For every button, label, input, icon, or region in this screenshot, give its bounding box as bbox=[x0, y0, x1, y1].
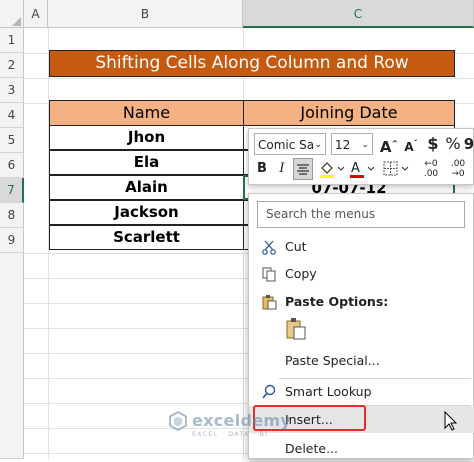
sheet-title[interactable]: Shifting Cells Along Column and Row bbox=[49, 50, 455, 77]
row-header-4[interactable]: 4 bbox=[0, 103, 24, 128]
column-header-a[interactable]: A bbox=[24, 0, 48, 28]
mouse-cursor-icon bbox=[444, 411, 458, 431]
fill-color-icon bbox=[320, 162, 345, 178]
search-menus-input[interactable]: Search the menus bbox=[257, 201, 465, 228]
font-size-value: 12 bbox=[335, 138, 351, 152]
font-size-box[interactable]: 12 ⌄ bbox=[331, 133, 373, 155]
column-header-b[interactable]: B bbox=[48, 0, 243, 28]
name-cell[interactable]: Alain bbox=[49, 175, 244, 200]
watermark-tagline: EXCEL · DATA · BI bbox=[192, 430, 269, 438]
align-center-button[interactable] bbox=[293, 158, 313, 180]
font-name-box[interactable]: Comic Sa ⌄ bbox=[254, 133, 326, 155]
percent-format-button[interactable]: % bbox=[443, 133, 463, 155]
menu-item-paste-special[interactable]: Paste Special... bbox=[249, 347, 474, 374]
paste-option-button[interactable] bbox=[285, 317, 309, 343]
name-cell[interactable]: Scarlett bbox=[49, 225, 244, 250]
name-cell[interactable]: Ela bbox=[49, 150, 244, 175]
exceldemy-logo-icon bbox=[169, 411, 187, 431]
bold-button[interactable]: B bbox=[253, 158, 271, 180]
row-header-1[interactable]: 1 bbox=[0, 28, 24, 53]
select-all-triangle-icon bbox=[12, 17, 21, 26]
column-header-c[interactable]: C bbox=[243, 0, 474, 28]
name-cell[interactable]: Jackson bbox=[49, 200, 244, 225]
svg-text:A: A bbox=[351, 161, 360, 176]
header-name-cell[interactable]: Name bbox=[49, 100, 244, 126]
decrease-decimal-icon: .00 →0 bbox=[450, 159, 466, 179]
menu-section-paste-options: Paste Options: bbox=[249, 288, 474, 315]
menu-item-copy[interactable]: Copy bbox=[249, 260, 474, 287]
italic-button[interactable]: I bbox=[273, 158, 291, 180]
increase-decimal-button[interactable]: ←0 .00 bbox=[419, 158, 443, 180]
borders-icon bbox=[383, 161, 409, 176]
chevron-down-icon: ⌄ bbox=[361, 140, 369, 150]
row-header-rest bbox=[0, 253, 24, 459]
comma-style-button[interactable]: 9 bbox=[463, 133, 474, 155]
menu-item-label: Paste Options: bbox=[285, 294, 389, 309]
watermark-name: exceldemy bbox=[192, 411, 292, 430]
header-date-cell[interactable]: Joining Date bbox=[243, 100, 455, 126]
menu-item-delete[interactable]: Delete... bbox=[249, 435, 474, 462]
row-header-7[interactable]: 7 bbox=[0, 178, 24, 203]
row-header-3[interactable]: 3 bbox=[0, 78, 24, 103]
decrease-decimal-button[interactable]: .00 →0 bbox=[445, 158, 471, 180]
menu-item-cut[interactable]: Cut bbox=[249, 233, 474, 260]
paste-icon bbox=[261, 294, 277, 310]
name-cell[interactable]: Jhon bbox=[49, 125, 244, 150]
copy-icon bbox=[261, 266, 277, 282]
font-color-button[interactable]: A bbox=[347, 158, 375, 180]
font-name-value: Comic Sa bbox=[258, 138, 315, 152]
row-header-2[interactable]: 2 bbox=[0, 53, 24, 78]
scissors-icon bbox=[261, 239, 277, 255]
menu-item-label: Paste Special... bbox=[285, 353, 380, 368]
decrease-font-icon[interactable]: Aˇ bbox=[401, 133, 421, 155]
align-center-icon bbox=[297, 164, 309, 175]
row-header-8[interactable]: 8 bbox=[0, 203, 24, 228]
smart-lookup-icon bbox=[261, 384, 277, 400]
increase-decimal-icon: ←0 .00 bbox=[423, 159, 439, 179]
chevron-down-icon: ⌄ bbox=[314, 140, 322, 150]
borders-button[interactable] bbox=[381, 158, 411, 180]
select-all-corner[interactable] bbox=[0, 0, 24, 28]
gridline bbox=[24, 78, 474, 79]
clipboard-icon bbox=[286, 318, 306, 340]
increase-font-icon[interactable]: A^ bbox=[379, 133, 399, 156]
fill-color-button[interactable] bbox=[317, 158, 345, 180]
font-color-icon: A bbox=[350, 161, 375, 178]
menu-item-label: Cut bbox=[285, 239, 307, 254]
mini-toolbar: Comic Sa ⌄ 12 ⌄ A^ Aˇ $ % 9 B I A ←0 .00… bbox=[248, 128, 474, 185]
row-header-9[interactable]: 9 bbox=[0, 228, 24, 253]
menu-item-label: Smart Lookup bbox=[285, 384, 372, 399]
menu-item-label: Copy bbox=[285, 266, 317, 281]
currency-format-button[interactable]: $ bbox=[423, 133, 443, 155]
column-header-row: A B C bbox=[0, 0, 474, 28]
menu-item-smart-lookup[interactable]: Smart Lookup bbox=[249, 378, 474, 405]
menu-item-label: Delete... bbox=[285, 441, 338, 456]
row-header-5[interactable]: 5 bbox=[0, 128, 24, 153]
row-header-6[interactable]: 6 bbox=[0, 153, 24, 178]
